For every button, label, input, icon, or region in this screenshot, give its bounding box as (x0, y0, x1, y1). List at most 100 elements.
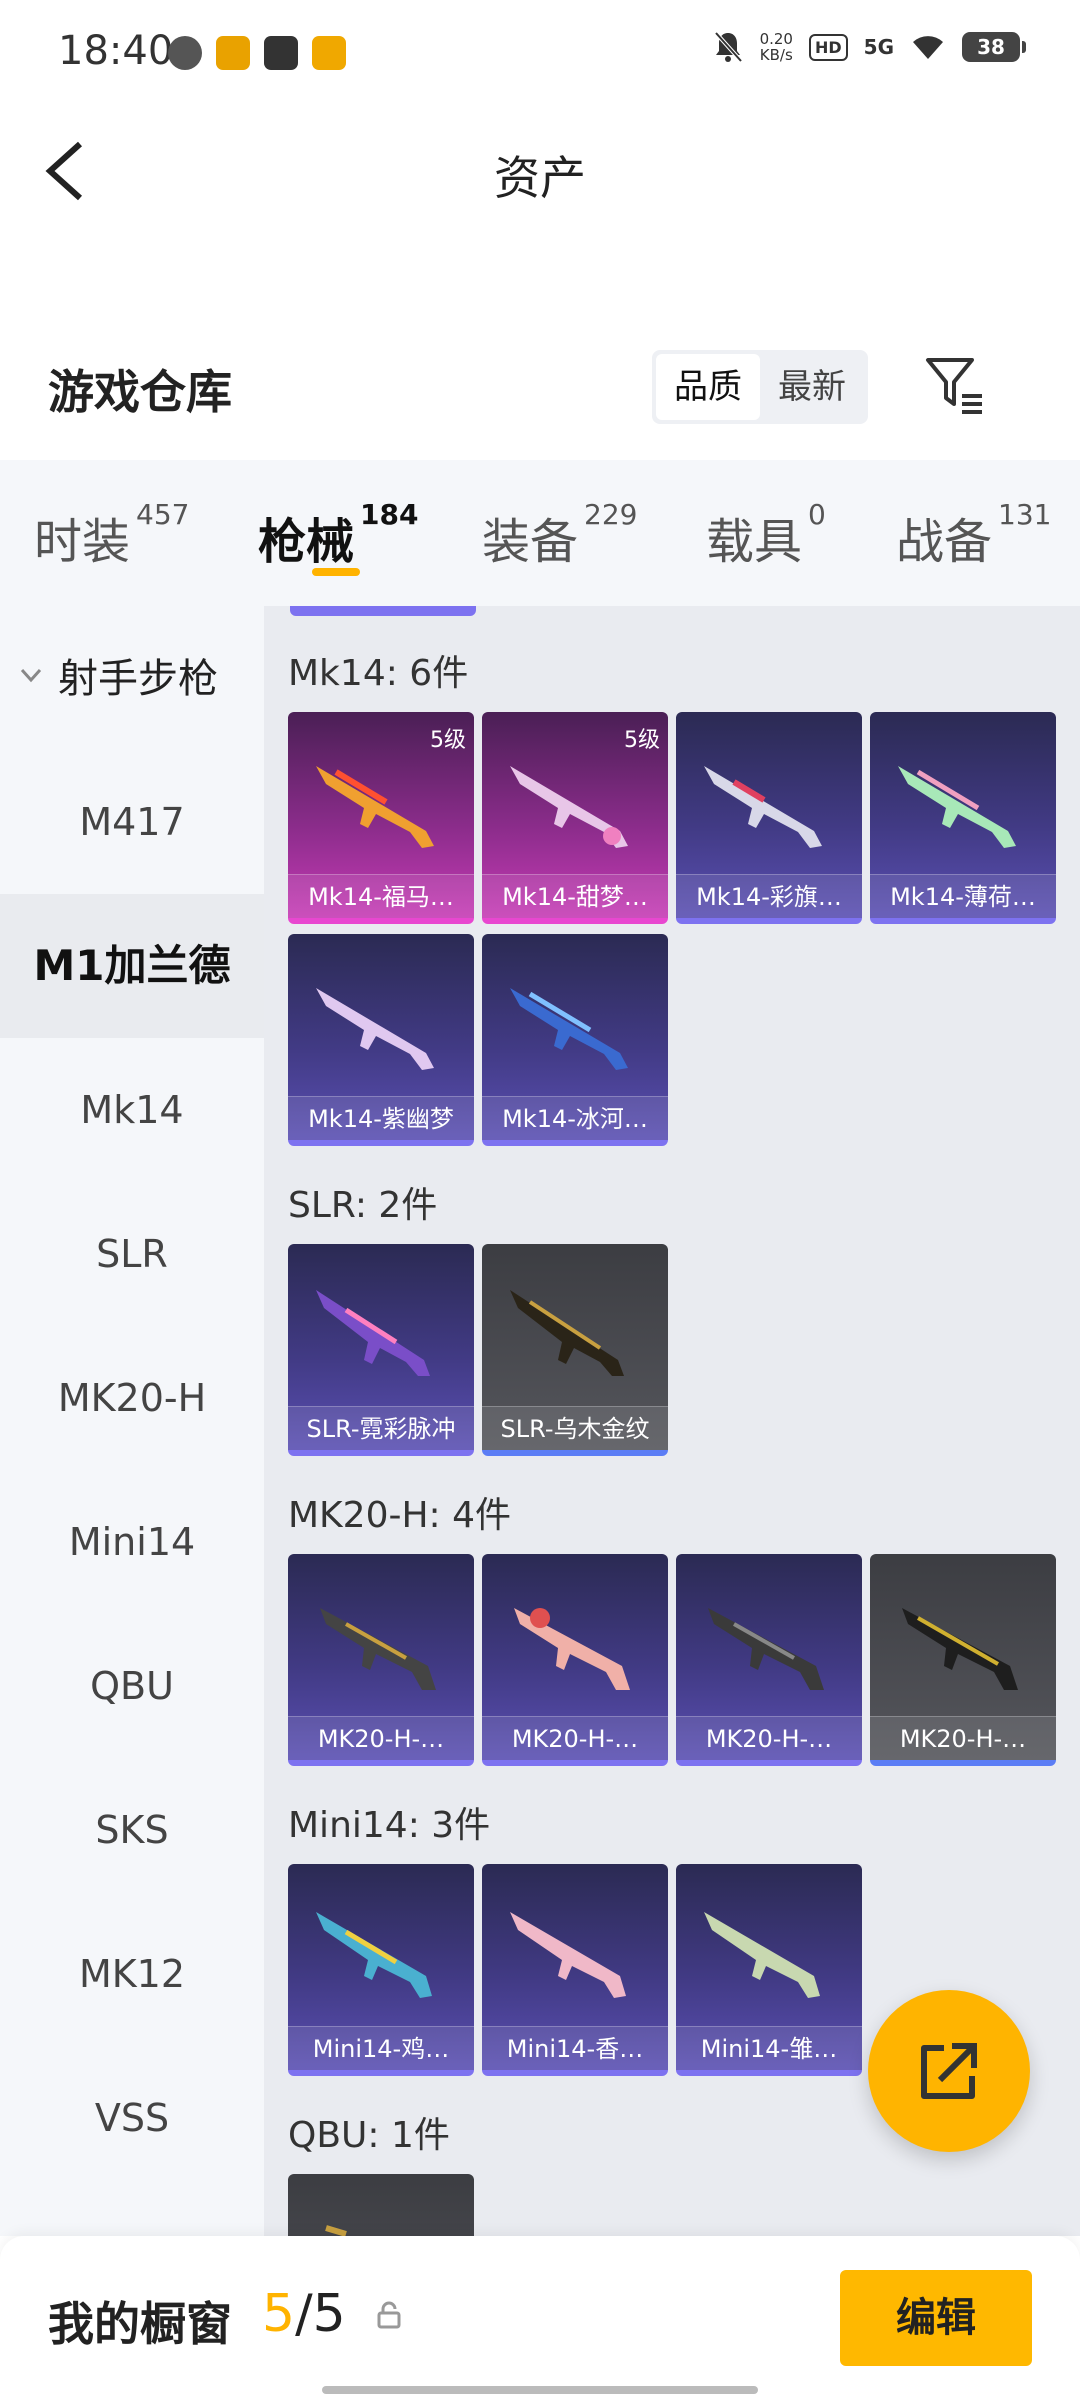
tab-equipment[interactable]: 装备 229 (482, 498, 637, 572)
app-header: 资产 (0, 108, 1080, 228)
item-card[interactable] (288, 2174, 474, 2236)
sidebar-item-slr[interactable]: SLR (0, 1182, 264, 1326)
weapon-sidebar: 射手步枪 M417 M1加兰德 Mk14 SLR MK20-H Mini14 Q… (0, 606, 264, 2236)
item-label: Mini14-香… (482, 2026, 668, 2070)
item-card[interactable]: MK20-H-… (482, 1554, 668, 1766)
item-card[interactable]: Mini14-雏… (676, 1864, 862, 2076)
sidebar-item-mini14[interactable]: Mini14 (0, 1470, 264, 1614)
sort-toggle: 品质 最新 (652, 350, 868, 424)
sidebar-item-mk20h[interactable]: MK20-H (0, 1326, 264, 1470)
sidebar-item-vss[interactable]: VSS (0, 2046, 264, 2190)
item-card[interactable]: 5级 Mk14-甜梦… (482, 712, 668, 924)
item-card[interactable]: Mk14-冰河… (482, 934, 668, 1146)
item-label: Mk14-福马… (288, 874, 474, 918)
section-title-mk20h: MK20-H: 4件 (288, 1495, 512, 1536)
wifi-icon (913, 36, 943, 59)
edit-button[interactable]: 编辑 (840, 2270, 1032, 2366)
item-label: SLR-乌木金纹 (482, 1406, 668, 1450)
item-card[interactable]: Mk14-彩旗… (676, 712, 862, 924)
tab-label: 战备 (896, 514, 993, 570)
category-tabs: 时装 457 枪械 184 装备 229 载具 0 战备 131 (0, 460, 1080, 606)
level-badge: 5级 (430, 728, 466, 753)
sidebar-item-m417[interactable]: M417 (0, 750, 264, 894)
sidebar-item-qbu[interactable]: QBU (0, 1614, 264, 1758)
tab-label: 装备 (482, 514, 579, 570)
status-bar: 18:40 0.20 KB/s HD 5G 38 (0, 0, 1080, 108)
item-card[interactable]: MK20-H-… (676, 1554, 862, 1766)
app-notification-icon (216, 36, 250, 70)
tab-label: 枪械 (258, 514, 355, 570)
item-card[interactable]: Mini14-鸡… (288, 1864, 474, 2076)
item-card[interactable]: MK20-H-… (870, 1554, 1056, 1766)
sidebar-item-mk12[interactable]: MK12 (0, 1902, 264, 2046)
sidebar-item-sks[interactable]: SKS (0, 1758, 264, 1902)
net-speed: 0.20 KB/s (760, 31, 793, 63)
tab-fashion[interactable]: 时装 457 (34, 498, 189, 572)
filter-icon[interactable] (922, 352, 986, 416)
section-title-qbu: QBU: 1件 (288, 2115, 450, 2156)
signal-5g: 5G (863, 35, 894, 59)
active-tab-indicator (312, 568, 360, 576)
item-label: MK20-H-… (288, 1716, 474, 1760)
rifle-skin-image (510, 1290, 624, 1376)
item-label: MK20-H-… (676, 1716, 862, 1760)
notification-icons (168, 36, 346, 70)
rifle-skin-image (316, 1912, 432, 1998)
item-card[interactable]: MK20-H-… (288, 1554, 474, 1766)
sort-newest-option[interactable]: 最新 (760, 354, 864, 420)
share-icon (921, 2043, 977, 2099)
rifle-skin-image (704, 1912, 820, 1998)
item-label: Mk14-薄荷… (870, 874, 1056, 918)
home-indicator (322, 2386, 758, 2394)
item-label: MK20-H-… (870, 1716, 1056, 1760)
tab-supplies[interactable]: 战备 131 (896, 498, 1051, 572)
rifle-skin-image (510, 1912, 626, 1998)
rifle-skin-image (510, 766, 628, 848)
tab-count: 184 (360, 498, 419, 531)
previous-item-edge (290, 606, 476, 616)
rifle-skin-image (514, 1608, 630, 1690)
item-label: SLR-霓彩脉冲 (288, 1406, 474, 1450)
battery-icon: 38 (962, 32, 1026, 62)
rifle-skin-image (708, 1608, 824, 1690)
item-card[interactable]: Mk14-紫幽梦 (288, 934, 474, 1146)
mute-icon (714, 31, 743, 63)
item-card[interactable]: 5级 Mk14-福马… (288, 712, 474, 924)
tab-label: 时装 (34, 514, 131, 570)
tab-guns[interactable]: 枪械 184 (258, 498, 418, 572)
item-card[interactable]: Mini14-香… (482, 1864, 668, 2076)
item-card[interactable]: SLR-乌木金纹 (482, 1244, 668, 1456)
lock-icon (377, 2301, 401, 2329)
hd-badge: HD (808, 33, 848, 61)
rifle-skin-image (325, 2225, 347, 2236)
sort-quality-option[interactable]: 品质 (656, 354, 760, 420)
item-card[interactable]: SLR-霓彩脉冲 (288, 1244, 474, 1456)
rifle-skin-image (510, 988, 628, 1070)
sidebar-item-m1-garand[interactable]: M1加兰德 (0, 894, 264, 1038)
rifle-skin-image (704, 766, 822, 848)
page-title: 资产 (494, 151, 586, 205)
share-button[interactable] (868, 1990, 1030, 2152)
item-card[interactable]: Mk14-薄荷… (870, 712, 1056, 924)
app-notification-icon (168, 36, 202, 70)
chevron-down-icon (20, 668, 42, 683)
sidebar-item-mk14[interactable]: Mk14 (0, 1038, 264, 1182)
tab-vehicles[interactable]: 载具 0 (706, 498, 826, 572)
sidebar-group-marksman[interactable]: 射手步枪 (18, 646, 218, 704)
section-title-slr: SLR: 2件 (288, 1185, 438, 1226)
item-label: Mk14-彩旗… (676, 874, 862, 918)
app-notification-icon (264, 36, 298, 70)
net-speed-value: 0.20 (759, 30, 793, 48)
rifle-skin-image (316, 988, 434, 1070)
tab-label: 载具 (706, 514, 803, 570)
app-notification-icon (312, 36, 346, 70)
item-label: Mk14-甜梦… (482, 874, 668, 918)
status-time: 18:40 (58, 28, 174, 74)
tab-count: 229 (584, 498, 638, 531)
sidebar-group-label: 射手步枪 (58, 656, 218, 702)
item-label: Mini14-鸡… (288, 2026, 474, 2070)
showcase-count: 5/5 (262, 2284, 346, 2344)
warehouse-title: 游戏仓库 (48, 365, 232, 419)
rifle-skin-image (316, 766, 434, 848)
item-label: Mk14-紫幽梦 (288, 1096, 474, 1140)
